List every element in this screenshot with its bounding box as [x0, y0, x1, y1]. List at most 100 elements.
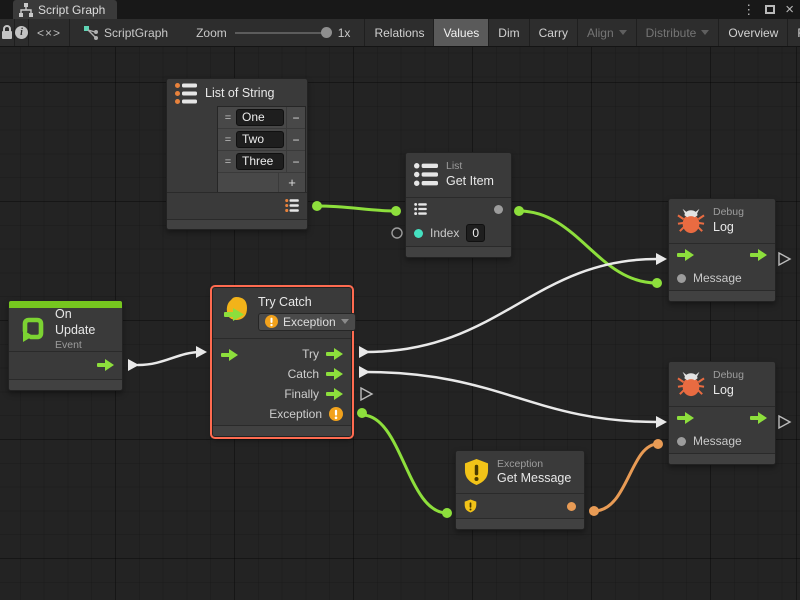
wire[interactable]: [138, 352, 201, 365]
flow-output-port-icon[interactable]: [97, 359, 114, 371]
port-marker[interactable]: [361, 388, 372, 400]
list-icon: [414, 163, 438, 186]
graph-canvas[interactable]: List of String = One − = Two − = Three −: [0, 47, 800, 600]
port-marker[interactable]: [656, 416, 667, 428]
code-preview-button[interactable]: <×>: [29, 19, 70, 46]
list-item-field[interactable]: Three: [236, 153, 284, 170]
index-value-field[interactable]: 0: [466, 224, 485, 242]
node-category: Debug: [713, 206, 744, 219]
flow-output-port-icon[interactable]: [750, 249, 767, 261]
remove-item-button[interactable]: −: [286, 107, 305, 128]
toolbar-button-dim[interactable]: Dim: [488, 19, 528, 46]
node-title: Log: [713, 220, 744, 236]
list-item-row: = Two −: [218, 129, 305, 151]
message-input-port[interactable]: [677, 437, 686, 446]
port-marker[interactable]: [442, 508, 452, 518]
port-marker[interactable]: [312, 201, 322, 211]
zoom-slider-handle[interactable]: [321, 27, 332, 38]
flow-output-port-icon[interactable]: [750, 412, 767, 424]
port-marker[interactable]: [128, 359, 139, 371]
window-menu-button[interactable]: ⋮: [742, 3, 755, 16]
port-marker[interactable]: [779, 416, 790, 428]
port-marker[interactable]: [656, 253, 667, 265]
port-marker[interactable]: [359, 346, 370, 358]
port-marker[interactable]: [391, 206, 401, 216]
flow-input-port-icon[interactable]: [677, 249, 694, 261]
exception-output-port-icon[interactable]: [329, 407, 343, 421]
index-input-port[interactable]: [414, 229, 423, 238]
message-output-port[interactable]: [567, 502, 576, 511]
node-title: Get Item: [446, 174, 494, 190]
info-icon: i: [15, 26, 28, 39]
toolbar-button-relations[interactable]: Relations: [364, 19, 433, 46]
node-list-of-string[interactable]: List of String = One − = Two − = Three −: [166, 78, 308, 230]
port-marker[interactable]: [392, 228, 402, 238]
graph-breadcrumb[interactable]: ScriptGraph: [70, 19, 178, 46]
warning-icon: [265, 315, 278, 328]
toolbar-button-align[interactable]: Align: [577, 19, 636, 46]
exception-shield-icon: [464, 458, 489, 486]
drag-handle-icon[interactable]: =: [222, 112, 234, 124]
drag-handle-icon[interactable]: =: [222, 156, 234, 168]
exception-type-dropdown[interactable]: Exception: [258, 313, 356, 331]
add-item-button[interactable]: +: [278, 173, 305, 192]
toolbar-button-values[interactable]: Values: [433, 19, 488, 46]
drag-handle-icon[interactable]: =: [222, 134, 234, 146]
port-marker[interactable]: [652, 278, 662, 288]
list-output-port-icon[interactable]: [285, 199, 299, 212]
toolbar-button-carry[interactable]: Carry: [529, 19, 577, 46]
toolbar-button-fullscreen[interactable]: Full Screen: [787, 19, 800, 46]
maximize-button[interactable]: [765, 5, 775, 14]
wire[interactable]: [594, 444, 658, 511]
zoom-label: Zoom: [196, 26, 227, 40]
flow-input-port-icon[interactable]: [221, 349, 238, 361]
node-get-message[interactable]: Exception Get Message: [455, 450, 585, 530]
message-input-port[interactable]: [677, 274, 686, 283]
list-input-port-icon[interactable]: [414, 203, 427, 215]
flow-output-port-icon[interactable]: [326, 388, 343, 400]
port-marker[interactable]: [514, 206, 524, 216]
node-on-update[interactable]: On Update Event: [8, 300, 123, 391]
port-marker[interactable]: [359, 366, 370, 378]
close-button[interactable]: ×: [785, 2, 794, 17]
remove-item-button[interactable]: −: [286, 129, 305, 150]
wire[interactable]: [519, 211, 657, 283]
item-output-port[interactable]: [494, 205, 503, 214]
list-item-field[interactable]: One: [236, 109, 284, 126]
node-try-catch[interactable]: Try Catch Exception Try Catch Finally Ex…: [212, 287, 352, 437]
toolbar-button-distribute[interactable]: Distribute: [636, 19, 719, 46]
node-category: List: [446, 160, 494, 173]
port-marker[interactable]: [779, 253, 790, 265]
exception-input-port-icon[interactable]: [464, 499, 477, 513]
toolbar-button-overview[interactable]: Overview: [718, 19, 787, 46]
port-marker[interactable]: [589, 506, 599, 516]
wire[interactable]: [366, 372, 657, 422]
graph-icon: [19, 3, 33, 17]
node-debug-log-bottom[interactable]: Debug Log Message: [668, 361, 776, 465]
port-marker[interactable]: [357, 408, 367, 418]
port-label: Message: [693, 271, 742, 285]
list-item-field[interactable]: Two: [236, 131, 284, 148]
zoom-slider[interactable]: [235, 32, 330, 34]
flow-output-port-icon[interactable]: [326, 368, 343, 380]
remove-item-button[interactable]: −: [286, 151, 305, 172]
node-footer: [213, 425, 351, 436]
port-marker[interactable]: [196, 346, 207, 358]
graph-toolbar: i <×> ScriptGraph Zoom 1x Relations Valu…: [0, 19, 800, 47]
chevron-down-icon: [341, 319, 349, 324]
flow-input-port-icon[interactable]: [677, 412, 694, 424]
port-label: Index: [430, 226, 459, 240]
wire[interactable]: [362, 415, 447, 513]
script-graph-icon: [84, 26, 98, 40]
node-title: Get Message: [497, 471, 571, 487]
flow-output-port-icon[interactable]: [326, 348, 343, 360]
wire[interactable]: [366, 259, 657, 352]
port-marker[interactable]: [653, 439, 663, 449]
list-icon: [175, 83, 197, 104]
node-debug-log-top[interactable]: Debug Log Message: [668, 198, 776, 302]
node-get-item[interactable]: List Get Item Index 0: [405, 152, 512, 258]
wire[interactable]: [317, 206, 396, 211]
lock-button[interactable]: [0, 19, 15, 46]
info-button[interactable]: i: [15, 19, 29, 46]
tab-script-graph[interactable]: Script Graph: [13, 0, 117, 19]
